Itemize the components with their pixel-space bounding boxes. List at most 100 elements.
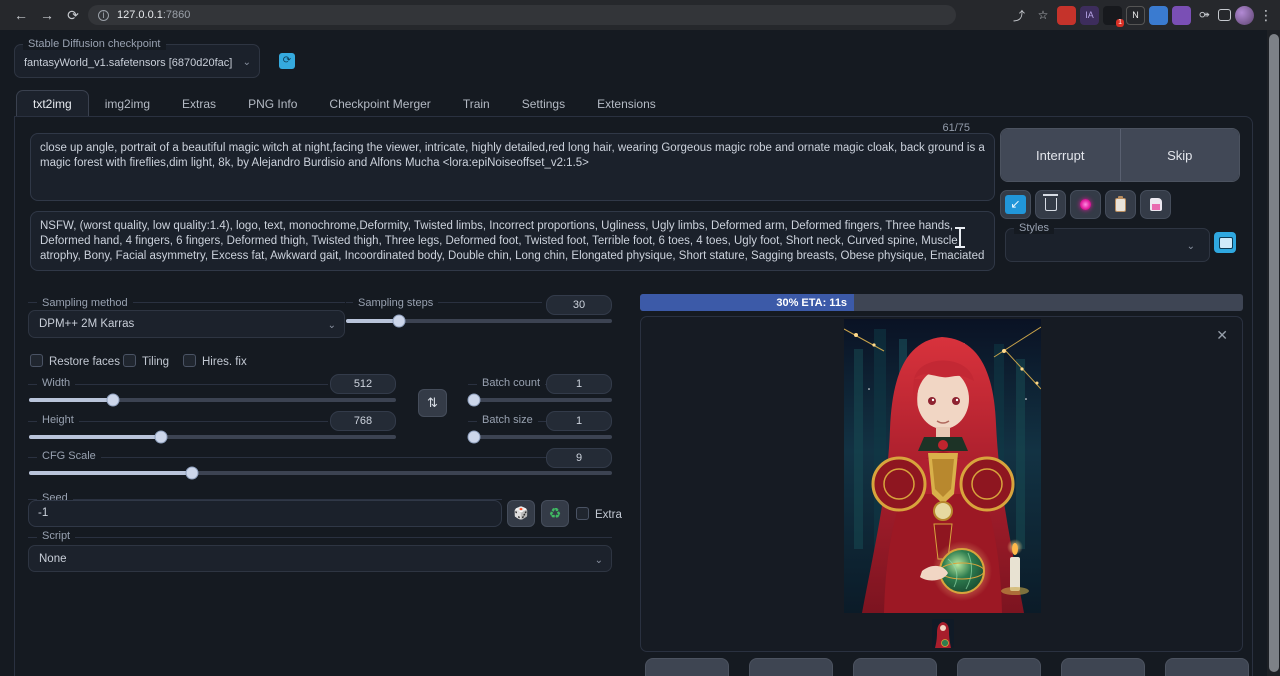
checkbox-icon[interactable] (30, 354, 43, 367)
save-style-button[interactable] (1140, 190, 1171, 219)
checkpoint-label: Stable Diffusion checkpoint (23, 38, 166, 50)
page-scrollbar (1267, 30, 1280, 676)
refresh-checkpoint-button[interactable]: ⟳ (279, 53, 295, 69)
slider-thumb[interactable] (467, 394, 480, 407)
slider-thumb[interactable] (186, 467, 199, 480)
chevron-down-icon: ⌄ (243, 57, 251, 68)
swap-dimensions-button[interactable]: ⇅ (418, 389, 447, 417)
slider-thumb[interactable] (107, 394, 120, 407)
trash-icon (1045, 198, 1057, 211)
restore-faces-checkbox[interactable]: Restore faces (30, 354, 120, 368)
cfg-scale-input[interactable]: 9 (546, 448, 612, 468)
progress-bar: 30% ETA: 11s (640, 294, 1243, 311)
height-label: Height (37, 414, 79, 426)
paste-generation-params-button[interactable]: ↙ (1000, 190, 1031, 219)
url-host: 127.0.0.1 (117, 9, 163, 21)
tab-png-info[interactable]: PNG Info (232, 91, 313, 117)
skip-button[interactable]: Skip (1121, 129, 1240, 181)
reload-icon[interactable]: ⟳ (60, 7, 86, 24)
open-folder-button[interactable] (1165, 658, 1249, 676)
cfg-scale-slider[interactable] (29, 471, 612, 475)
tab-settings[interactable]: Settings (506, 91, 581, 117)
tab-extras[interactable]: Extras (166, 91, 232, 117)
width-slider[interactable] (29, 398, 396, 402)
save-image-button[interactable] (645, 658, 729, 676)
slider-thumb[interactable] (155, 431, 168, 444)
extensions-puzzle-icon[interactable]: ⚩ (1195, 6, 1214, 25)
batch-count-label: Batch count (477, 377, 545, 389)
main-tabs: txt2img img2img Extras PNG Info Checkpoi… (16, 89, 672, 117)
address-bar[interactable]: i 127.0.0.1 :7860 (88, 5, 956, 25)
checkbox-icon[interactable] (123, 354, 136, 367)
profile-avatar[interactable] (1235, 6, 1254, 25)
checkbox-icon[interactable] (183, 354, 196, 367)
script-dropdown[interactable]: None ⌄ (28, 545, 612, 572)
extension-icon-purple[interactable] (1172, 6, 1191, 25)
site-info-icon[interactable]: i (98, 10, 109, 21)
extension-icon-blue[interactable] (1149, 6, 1168, 25)
batch-count-input[interactable]: 1 (546, 374, 612, 394)
clear-prompt-button[interactable] (1035, 190, 1066, 219)
output-gallery: ✕ (640, 316, 1243, 652)
apply-styles-button[interactable] (1105, 190, 1136, 219)
extension-icon-ia[interactable]: IA (1080, 6, 1099, 25)
tab-extensions[interactable]: Extensions (581, 91, 672, 117)
close-icon[interactable]: ✕ (1216, 327, 1228, 344)
slider-thumb[interactable] (467, 431, 480, 444)
batch-size-input[interactable]: 1 (546, 411, 612, 431)
reuse-seed-button[interactable]: ♻ (541, 500, 569, 527)
extension-icon-red[interactable] (1057, 6, 1076, 25)
extension-icon-dark[interactable]: 1 (1103, 6, 1122, 25)
width-label: Width (37, 377, 75, 389)
prompt-input[interactable]: close up angle, portrait of a beautiful … (30, 133, 995, 201)
negative-prompt-input[interactable]: NSFW, (worst quality, low quality:1.4), … (30, 211, 995, 271)
interrupt-button[interactable]: Interrupt (1001, 129, 1121, 181)
batch-count-slider[interactable] (468, 398, 612, 402)
share-icon[interactable]: ⤴ (1009, 7, 1029, 24)
refresh-styles-button[interactable] (1214, 232, 1236, 253)
checkbox-icon[interactable] (576, 507, 589, 520)
random-seed-button[interactable]: 🎲 (507, 500, 535, 527)
save-zip-button[interactable] (749, 658, 833, 676)
height-slider[interactable] (29, 435, 396, 439)
extra-networks-button[interactable] (1070, 190, 1101, 219)
gallery-thumbnail[interactable] (932, 619, 954, 648)
batch-size-slider[interactable] (468, 435, 612, 439)
send-to-extras-button[interactable] (1061, 658, 1145, 676)
save-icon (1150, 198, 1162, 211)
batch-size-label: Batch size (477, 414, 538, 426)
extension-icon-n[interactable]: N (1126, 6, 1145, 25)
back-icon[interactable]: ← (8, 7, 34, 23)
width-input[interactable]: 512 (330, 374, 396, 394)
scrollbar-thumb[interactable] (1269, 34, 1279, 672)
forward-icon[interactable]: → (34, 7, 60, 23)
tab-train[interactable]: Train (447, 91, 506, 117)
chevron-down-icon: ⌄ (328, 320, 336, 331)
script-label: Script (37, 530, 75, 542)
tab-img2img[interactable]: img2img (89, 91, 166, 117)
send-to-img2img-button[interactable] (853, 658, 937, 676)
seed-input[interactable]: -1 (28, 500, 502, 527)
sampling-steps-slider[interactable] (346, 319, 612, 323)
browser-menu-icon[interactable]: ⋮ (1258, 7, 1274, 24)
checkpoint-dropdown[interactable]: Stable Diffusion checkpoint fantasyWorld… (14, 44, 260, 78)
tiling-checkbox[interactable]: Tiling (123, 354, 169, 368)
arrow-down-left-icon: ↙ (1005, 195, 1026, 214)
hires-fix-checkbox[interactable]: Hires. fix (183, 354, 247, 368)
generated-image[interactable] (844, 319, 1041, 613)
cfg-scale-label: CFG Scale (37, 450, 101, 462)
tab-txt2img[interactable]: txt2img (16, 90, 89, 117)
slider-thumb[interactable] (393, 315, 406, 328)
run-button-group: Interrupt Skip (1000, 128, 1240, 182)
sampling-method-label: Sampling method (37, 297, 133, 309)
extra-seed-checkbox[interactable]: Extra (576, 507, 622, 521)
side-panel-icon[interactable] (1218, 9, 1231, 21)
height-input[interactable]: 768 (330, 411, 396, 431)
extra-networks-icon (1080, 199, 1091, 210)
send-to-inpaint-button[interactable] (957, 658, 1041, 676)
sampling-method-dropdown[interactable]: DPM++ 2M Karras ⌄ (28, 310, 345, 338)
sampling-steps-input[interactable]: 30 (546, 295, 612, 315)
tab-checkpoint-merger[interactable]: Checkpoint Merger (313, 91, 446, 117)
styles-dropdown[interactable]: Styles ⌄ (1005, 228, 1210, 262)
bookmark-star-icon[interactable]: ☆ (1033, 8, 1053, 22)
